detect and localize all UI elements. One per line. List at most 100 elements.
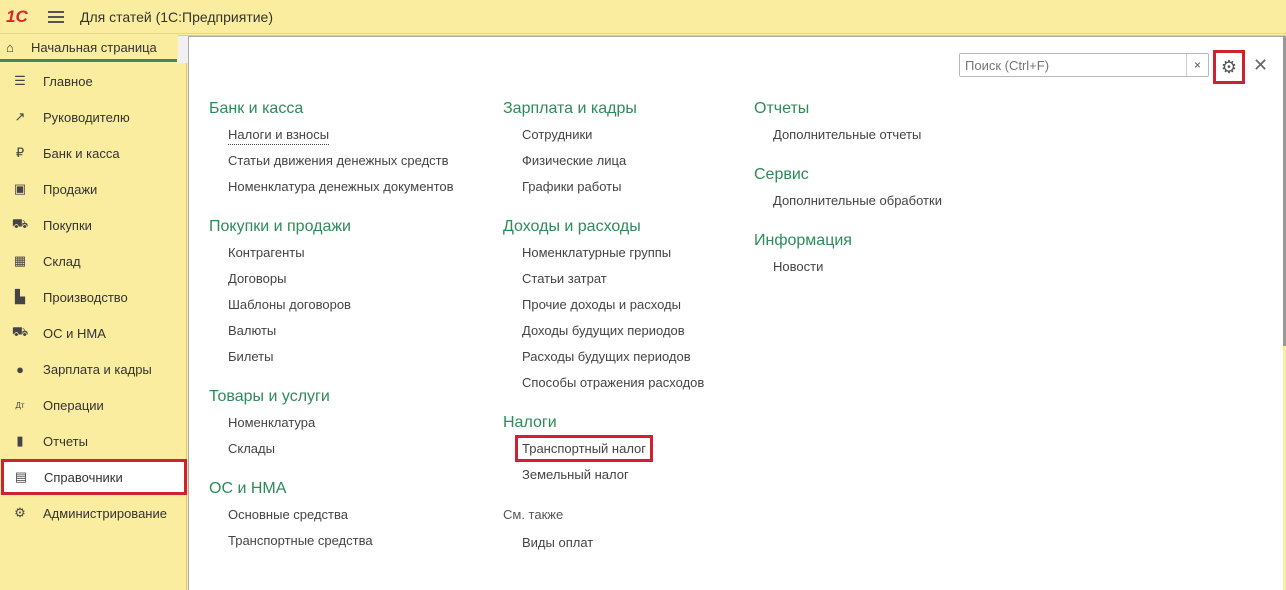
truck-icon: ⛟	[11, 324, 29, 339]
nav-link[interactable]: Номенклатура денежных документов	[209, 179, 454, 205]
section-title: Зарплата и кадры	[503, 100, 637, 117]
nav-link[interactable]: Сотрудники	[503, 127, 704, 153]
nav-link[interactable]: Физические лица	[503, 153, 704, 179]
references-panel: × ⚙ ✕ Банк и касса Налоги и взносы Статьи …	[188, 36, 1283, 590]
sidebar-item[interactable]: ▣ Продажи	[0, 171, 186, 207]
sidebar-item-label: Главное	[43, 73, 93, 89]
nav-link-label: Номенклатура	[228, 415, 316, 430]
sidebar-item-label: Банк и касса	[43, 145, 120, 161]
sidebar-item[interactable]: ● Зарплата и кадры	[0, 351, 186, 387]
nav-link-label: Новости	[773, 259, 824, 274]
nav-link-label: Шаблоны договоров	[228, 297, 351, 312]
column-1: Банк и касса Налоги и взносы Статьи движен…	[209, 99, 454, 559]
nav-link[interactable]: Прочие доходы и расходы	[503, 297, 704, 323]
books-icon: ▤	[14, 469, 28, 484]
sidebar-item[interactable]: ⛟ ОС и НМА	[0, 315, 186, 351]
nav-link[interactable]: Налоги и взносы	[209, 125, 454, 153]
nav-link[interactable]: Транспортные средства	[209, 533, 454, 559]
dt-kt-icon: Дт	[15, 400, 25, 410]
section-title: Доходы и расходы	[503, 218, 641, 235]
sidebar-item-label: Справочники	[44, 469, 123, 485]
main-menu-icon[interactable]	[48, 10, 64, 23]
nav-link[interactable]: Основные средства	[209, 507, 454, 533]
nav-link[interactable]: Земельный налог	[503, 467, 704, 493]
trend-icon: ↗	[14, 109, 26, 124]
nav-link-label: Статьи затрат	[522, 271, 607, 286]
nav-link-label: Физические лица	[522, 153, 627, 168]
nav-link[interactable]: Номенклатура	[209, 415, 454, 441]
gear-icon: ⚙	[1220, 56, 1238, 77]
sidebar-item[interactable]: ▦ Склад	[0, 243, 186, 279]
nav-link[interactable]: Шаблоны договоров	[209, 297, 454, 323]
home-icon: ⌂	[6, 39, 14, 55]
sidebar-item-label: Производство	[43, 289, 128, 305]
nav-link-label: Расходы будущих периодов	[522, 349, 691, 364]
nav-link[interactable]: Склады	[209, 441, 454, 467]
nav-link[interactable]: Статьи движения денежных средств	[209, 153, 454, 179]
nav-link-label: Прочие доходы и расходы	[522, 297, 681, 312]
sidebar-item-label: Склад	[43, 253, 81, 269]
nav-link-label: Доходы будущих периодов	[522, 323, 685, 338]
nav-link[interactable]: Доходы будущих периодов	[503, 323, 704, 349]
nav-link[interactable]: Расходы будущих периодов	[503, 349, 704, 375]
nav-link[interactable]: Способы отражения расходов	[503, 375, 704, 401]
section-title: Отчеты	[754, 100, 810, 117]
settings-button[interactable]: ⚙	[1213, 50, 1245, 84]
nav-link-label: Номенклатура денежных документов	[228, 179, 454, 194]
clear-search-button[interactable]: ×	[1186, 54, 1208, 76]
nav-link-label: Основные средства	[228, 507, 348, 522]
cart-icon: ⛟	[11, 216, 29, 231]
nav-link[interactable]: Статьи затрат	[503, 271, 704, 297]
sections-sidebar: ☰ Главное ↗ Руководителю ₽ Банк и касса ▣ Прода…	[0, 63, 187, 590]
nav-link-label: Налоги и взносы	[228, 125, 330, 145]
nav-link-label: Контрагенты	[228, 245, 305, 260]
1c-logo: 1С	[6, 6, 28, 26]
sidebar-item[interactable]: ▤ Справочники	[1, 459, 187, 495]
sidebar-item-label: Операции	[43, 397, 104, 413]
close-button[interactable]: ✕	[1253, 55, 1268, 76]
nav-link[interactable]: Билеты	[209, 349, 454, 375]
nav-link-label: Склады	[228, 441, 275, 456]
bar-chart-icon: ▮	[16, 433, 24, 448]
warehouse-icon: ▦	[13, 253, 27, 268]
nav-link-label: Транспортный налог	[515, 435, 654, 462]
nav-link-label: Валюты	[228, 323, 277, 338]
sidebar-item[interactable]: ⚙ Администрирование	[0, 495, 186, 531]
sidebar-item[interactable]: ▮ Отчеты	[0, 423, 186, 459]
sidebar-item[interactable]: ₽ Банк и касса	[0, 135, 186, 171]
sidebar-item-label: Зарплата и кадры	[43, 361, 152, 377]
sidebar-item[interactable]: Дт Операции	[0, 387, 186, 423]
search-input[interactable]	[960, 54, 1186, 76]
sidebar-item[interactable]: ↗ Руководителю	[0, 99, 186, 135]
section-title: Банк и касса	[209, 100, 304, 117]
nav-link-label: Дополнительные отчеты	[773, 127, 922, 142]
nav-link-label: Графики работы	[522, 179, 622, 194]
nav-link[interactable]: Договоры	[209, 271, 454, 297]
section-title: Информация	[754, 232, 852, 249]
nav-link-label: Способы отражения расходов	[522, 375, 705, 390]
nav-link[interactable]: Дополнительные обработки	[754, 193, 942, 219]
sidebar-item[interactable]: ▙ Производство	[0, 279, 186, 315]
nav-link-label: Виды оплат	[522, 535, 594, 550]
nav-link[interactable]: Графики работы	[503, 179, 704, 205]
nav-link[interactable]: Дополнительные отчеты	[754, 127, 942, 153]
nav-link[interactable]: Номенклатурные группы	[503, 245, 704, 271]
tab-home-label: Начальная страница	[31, 39, 157, 55]
factory-icon: ▙	[15, 289, 25, 304]
tab-home[interactable]: ⌂ Начальная страница	[0, 35, 177, 62]
nav-link[interactable]: Новости	[754, 259, 942, 285]
nav-link[interactable]: Контрагенты	[209, 245, 454, 271]
nav-link[interactable]: Транспортный налог	[503, 435, 704, 467]
nav-link[interactable]: Виды оплат	[503, 535, 704, 561]
sidebar-item[interactable]: ⛟ Покупки	[0, 207, 186, 243]
sidebar-item[interactable]: ☰ Главное	[0, 63, 186, 99]
nav-link[interactable]: Валюты	[209, 323, 454, 349]
sidebar-item-label: Продажи	[43, 181, 98, 197]
title-bar: 1С Для статей (1С:Предприятие)	[0, 0, 1286, 34]
sidebar-item-label: Администрирование	[43, 505, 167, 521]
